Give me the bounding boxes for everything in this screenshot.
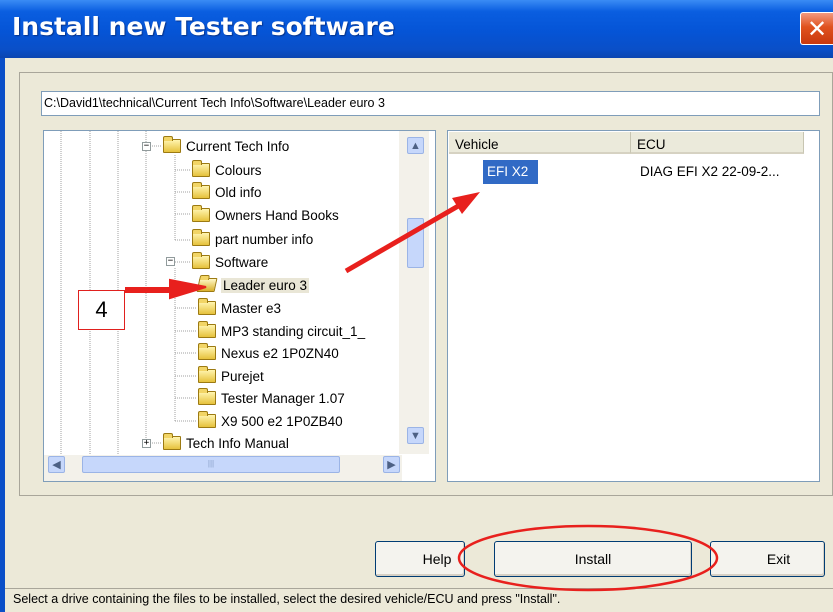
chevron-up-icon: ▲: [410, 139, 421, 152]
tree-item-label: Nexus e2 1P0ZN40: [221, 345, 339, 361]
scroll-left-button[interactable]: ◀: [48, 456, 65, 473]
close-icon[interactable]: ✕: [807, 15, 827, 43]
tree-item-label: Master e3: [221, 300, 282, 316]
exit-button[interactable]: Exit: [710, 541, 825, 577]
tree-item-label: part number info: [215, 231, 314, 247]
tree-item-label: Current Tech Info: [186, 138, 290, 154]
folder-icon: [192, 205, 210, 222]
tree-item-label: Tester Manager 1.07: [221, 390, 345, 406]
folder-icon: [198, 411, 216, 428]
tree-item[interactable]: Tech Info Manual: [163, 432, 289, 454]
vertical-scroll-thumb[interactable]: [407, 218, 424, 268]
scroll-down-button[interactable]: ▼: [407, 427, 424, 444]
tree-item[interactable]: Purejet: [198, 365, 264, 387]
folder-icon: [198, 366, 216, 383]
tree-item[interactable]: Tester Manager 1.07: [198, 387, 345, 409]
tree-item-label: MP3 standing circuit_1_: [221, 323, 366, 339]
install-path-field[interactable]: C:\David1\technical\Current Tech Info\So…: [41, 91, 820, 116]
scroll-right-button[interactable]: ▶: [383, 456, 400, 473]
scroll-up-button[interactable]: ▲: [407, 137, 424, 154]
folder-icon: [198, 298, 216, 315]
folder-icon: [192, 252, 210, 269]
folder-icon: [198, 321, 216, 338]
expand-icon[interactable]: +: [142, 439, 151, 448]
chevron-right-icon: ▶: [387, 459, 396, 471]
folder-icon: [163, 136, 181, 153]
tree-item-label: Colours: [215, 162, 262, 178]
chevron-down-icon: ▼: [410, 429, 421, 442]
chevron-left-icon: ◀: [52, 459, 61, 471]
folder-icon: [198, 388, 216, 405]
column-header-vehicle[interactable]: Vehicle: [449, 132, 631, 154]
folder-icon: [198, 343, 216, 360]
horizontal-scroll-thumb[interactable]: |||: [82, 456, 340, 473]
tree-item[interactable]: Nexus e2 1P0ZN40: [198, 342, 339, 364]
status-text: Select a drive containing the files to b…: [13, 592, 561, 606]
tree-item-selected[interactable]: Leader euro 3: [196, 274, 310, 296]
tree-item[interactable]: Colours: [192, 159, 262, 181]
tree-vertical-scrollbar[interactable]: [399, 131, 429, 454]
list-row-ecu-cell[interactable]: DIAG EFI X2 22-09-2...: [640, 164, 780, 179]
collapse-icon[interactable]: −: [142, 142, 151, 151]
tree-item-label: Software: [215, 254, 269, 270]
help-button[interactable]: Help: [375, 541, 465, 577]
tree-item-label: Tech Info Manual: [186, 435, 289, 451]
folder-icon: [192, 160, 210, 177]
tree-item[interactable]: Master e3: [198, 297, 281, 319]
tree-item-label: Purejet: [221, 368, 264, 384]
status-bar: Select a drive containing the files to b…: [5, 588, 833, 612]
folder-icon: [192, 182, 210, 199]
tree-item[interactable]: Software: [192, 251, 268, 273]
tree-item[interactable]: MP3 standing circuit_1_: [198, 320, 365, 342]
tree-item[interactable]: Current Tech Info: [163, 135, 289, 157]
tree-item-label: X9 500 e2 1P0ZB40: [221, 413, 343, 429]
title-bar: Install new Tester software ✕: [0, 0, 833, 58]
folder-icon: [163, 433, 181, 450]
tree-item[interactable]: part number info: [192, 228, 313, 250]
tree-item-label: Owners Hand Books: [215, 207, 339, 223]
list-row-vehicle-cell[interactable]: EFI X2: [483, 160, 538, 184]
exit-button-label: Exit: [766, 551, 791, 567]
install-button-label: Install: [574, 551, 612, 567]
window-title: Install new Tester software: [12, 12, 395, 41]
tree-item[interactable]: Owners Hand Books: [192, 204, 339, 226]
tree-item-label: Leader euro 3: [221, 277, 310, 293]
open-folder-icon: [196, 278, 218, 292]
close-button[interactable]: ✕: [800, 12, 833, 45]
column-header-ecu[interactable]: ECU: [631, 132, 804, 154]
folder-icon: [192, 229, 210, 246]
tree-item[interactable]: Old info: [192, 181, 262, 203]
tree-item-label: Old info: [215, 184, 262, 200]
help-button-label: Help: [422, 551, 452, 567]
tree-item[interactable]: X9 500 e2 1P0ZB40: [198, 410, 343, 432]
install-button[interactable]: Install: [494, 541, 692, 577]
collapse-icon[interactable]: −: [166, 257, 175, 266]
step-number-callout: 4: [78, 290, 125, 330]
